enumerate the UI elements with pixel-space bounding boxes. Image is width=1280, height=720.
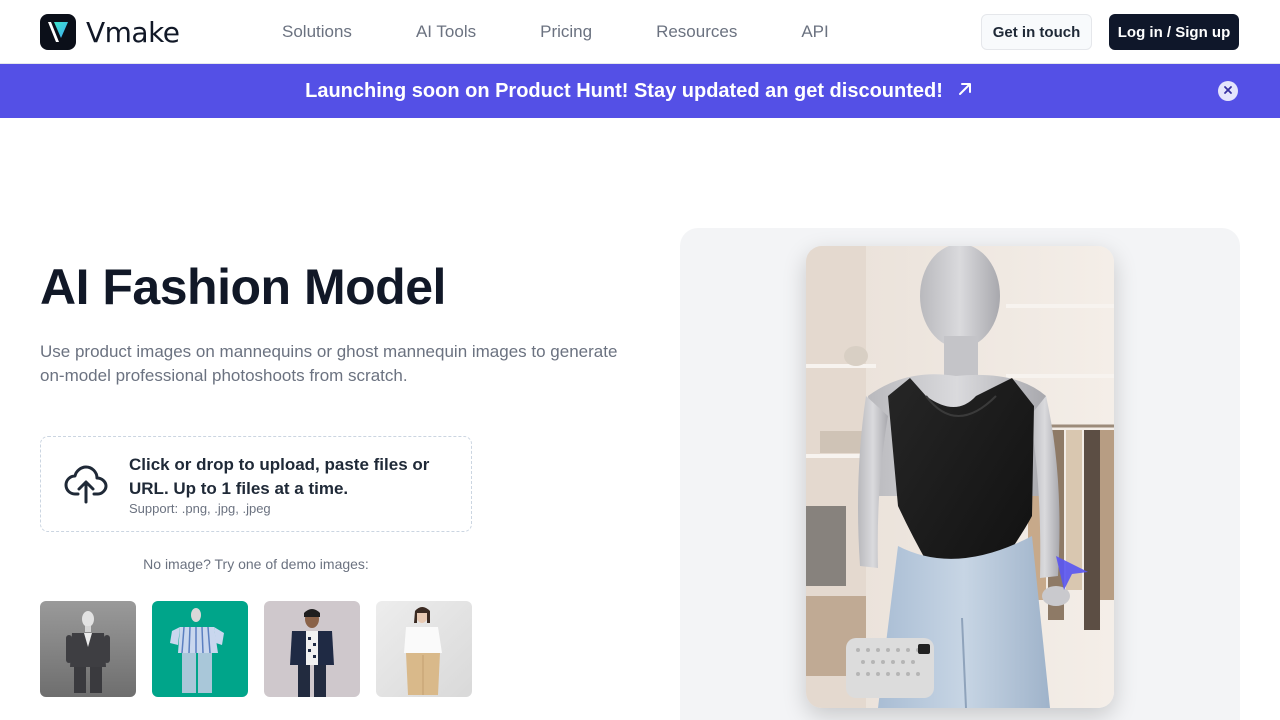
preview-image bbox=[806, 246, 1114, 708]
demo-image-2[interactable] bbox=[152, 601, 248, 697]
page-title: AI Fashion Model bbox=[40, 259, 446, 315]
banner-text: Launching soon on Product Hunt! Stay upd… bbox=[305, 79, 943, 102]
nav-api[interactable]: API bbox=[801, 22, 828, 42]
demo-image-4[interactable] bbox=[376, 601, 472, 697]
nav-pricing[interactable]: Pricing bbox=[540, 22, 592, 42]
demo-image-3[interactable] bbox=[264, 601, 360, 697]
brand-name: Vmake bbox=[86, 15, 180, 49]
cursor-pointer-icon bbox=[1052, 552, 1092, 597]
hero-description: Use product images on mannequins or ghos… bbox=[40, 342, 618, 385]
nav-links: Solutions AI Tools Pricing Resources API bbox=[282, 0, 893, 64]
upload-instructions: Click or drop to upload, paste files or … bbox=[129, 455, 430, 498]
arrow-up-right-icon bbox=[955, 79, 975, 104]
nav-solutions[interactable]: Solutions bbox=[282, 22, 352, 42]
demo-images-label: No image? Try one of demo images: bbox=[143, 556, 369, 572]
nav-ai-tools[interactable]: AI Tools bbox=[416, 22, 476, 42]
upload-dropzone[interactable]: Click or drop to upload, paste files or … bbox=[40, 436, 472, 532]
nav-resources[interactable]: Resources bbox=[656, 22, 737, 42]
cloud-upload-icon bbox=[64, 464, 108, 509]
announcement-banner: Launching soon on Product Hunt! Stay upd… bbox=[0, 64, 1280, 118]
login-signup-button[interactable]: Log in / Sign up bbox=[1109, 14, 1239, 50]
banner-link[interactable]: Launching soon on Product Hunt! Stay upd… bbox=[305, 79, 975, 104]
top-navigation: Vmake Solutions AI Tools Pricing Resourc… bbox=[0, 0, 1280, 64]
close-icon bbox=[1223, 82, 1233, 100]
get-in-touch-button[interactable]: Get in touch bbox=[981, 14, 1092, 50]
close-banner-button[interactable] bbox=[1218, 81, 1238, 101]
vmake-logo-icon bbox=[40, 14, 76, 50]
vmake-logo[interactable]: Vmake bbox=[40, 14, 180, 50]
upload-support-formats: Support: .png, .jpg, .jpeg bbox=[129, 501, 271, 516]
demo-image-1[interactable] bbox=[40, 601, 136, 697]
